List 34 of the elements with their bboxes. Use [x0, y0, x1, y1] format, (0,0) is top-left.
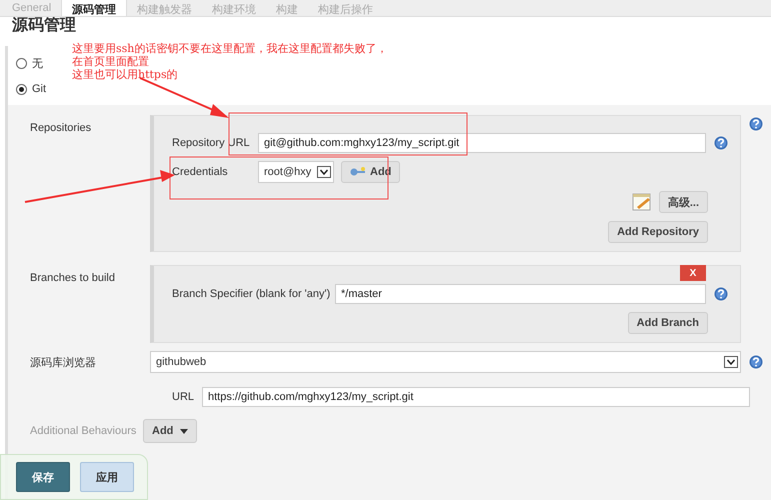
field-label: Branch Specifier (blank for 'any'): [172, 288, 332, 300]
help-icon[interactable]: [749, 355, 763, 369]
credentials-dropdown[interactable]: root@hxy: [258, 161, 334, 183]
help-icon[interactable]: [714, 136, 728, 150]
caret-icon: [317, 166, 331, 178]
help-icon[interactable]: [714, 287, 728, 301]
field-label: Additional Behaviours: [30, 425, 138, 437]
delete-button[interactable]: X: [680, 265, 706, 281]
apply-button[interactable]: 应用: [80, 462, 134, 492]
add-repository-button[interactable]: Add Repository: [608, 221, 708, 243]
radio-button[interactable]: [16, 84, 27, 94]
input-field[interactable]: https://github.com/mghxy123/my_script.git: [202, 387, 750, 407]
section-heading: 源码管理: [12, 17, 77, 32]
field-label: 源码库浏览器: [30, 356, 97, 370]
radio-button[interactable]: [16, 58, 27, 69]
add-branch-button[interactable]: Add Branch: [628, 312, 708, 334]
caret-icon: [180, 428, 188, 434]
tab[interactable]: 源码管理: [61, 0, 128, 16]
key-icon: [350, 167, 366, 177]
field-label: Branches to build: [30, 271, 116, 284]
input-field[interactable]: git@github.com:mghxy123/my_script.git: [258, 133, 706, 153]
field-label: URL: [172, 391, 196, 403]
help-icon[interactable]: [749, 117, 763, 131]
advanced-button[interactable]: 高级...: [658, 191, 708, 213]
radio-label: Git: [32, 83, 46, 95]
input-field[interactable]: */master: [335, 284, 706, 304]
browser-dropdown[interactable]: githubweb: [150, 351, 741, 373]
radio-label: 无: [32, 57, 43, 71]
add-button[interactable]: Add: [143, 419, 198, 443]
field-label: Credentials: [172, 166, 229, 178]
save-button[interactable]: 保存: [16, 462, 70, 492]
annotation-text: 这里要用ssh的话密钥不要在这里配置，我在这里配置都失败了， 在首页里面配置 这里也可以用https的: [72, 42, 388, 81]
field-label: Repositories: [30, 121, 92, 134]
caret-icon: [724, 356, 738, 368]
